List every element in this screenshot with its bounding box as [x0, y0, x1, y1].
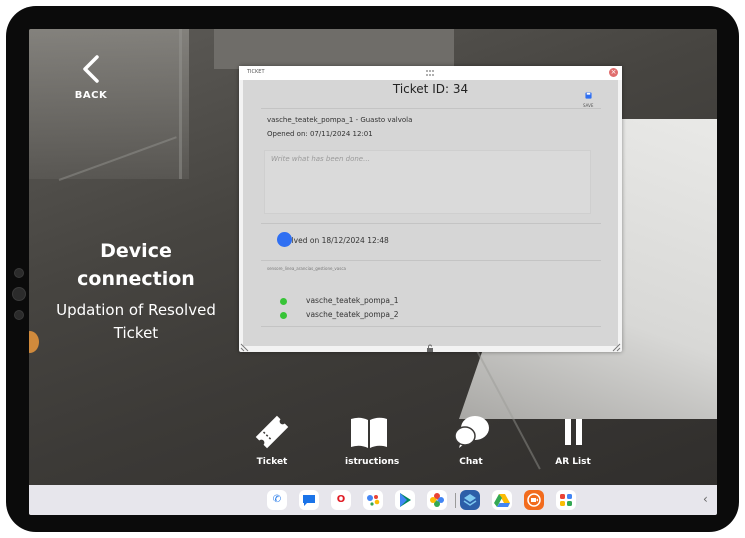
ar-camera-view: BACK Device connection Updation of Resol… [29, 29, 717, 515]
back-button[interactable]: BACK [61, 54, 121, 101]
side-controls [12, 268, 26, 329]
messages-app-icon[interactable] [299, 490, 319, 510]
device-name: vasche_teatek_pompa_2 [306, 310, 399, 319]
ticket-window-titlebar[interactable]: TICKET × [239, 66, 622, 80]
ar-list-button[interactable]: AR List [533, 411, 613, 468]
devices-group-label: sensore_linea_arancias_gestione_vasca [267, 266, 346, 271]
save-button[interactable]: SAVE [583, 84, 593, 108]
resize-handle-right-icon[interactable] [609, 340, 621, 352]
assistant-app-icon[interactable] [363, 490, 383, 510]
ticket-window-header-label: TICKET [247, 69, 265, 75]
phone-app-icon[interactable]: ✆ [267, 490, 287, 510]
notes-textarea[interactable]: Write what has been done... [264, 150, 591, 214]
camera-background-window [29, 29, 189, 179]
chat-bubbles-icon [454, 416, 489, 448]
app-dock: ✆ O ‹ [29, 485, 717, 515]
camera-background-wall [214, 29, 454, 69]
video-camera-icon [527, 493, 541, 507]
divider [261, 223, 601, 224]
camera-dot [14, 268, 24, 278]
ticket-label: Ticket [256, 457, 288, 467]
instructions-button[interactable]: istructions [329, 411, 409, 468]
photos-app-icon[interactable] [427, 490, 447, 510]
app-stack-icon[interactable] [460, 490, 480, 510]
chat-button[interactable]: Chat [431, 411, 511, 468]
divider [261, 326, 601, 327]
messages-icon [303, 495, 315, 506]
ticket-body: Ticket ID: 34 SAVE vasche_teatek_pompa_1… [243, 80, 618, 346]
ticket-device-issue: vasche_teatek_pompa_1 - Guasto valvola [267, 116, 413, 124]
photos-icon [430, 493, 444, 507]
assistant-icon [367, 495, 380, 506]
ticket-title: Ticket ID: 34 [392, 82, 469, 96]
drive-app-icon[interactable] [492, 490, 512, 510]
back-label: BACK [74, 90, 108, 101]
tablet-frame: BACK Device connection Updation of Resol… [6, 6, 739, 532]
camera-background-line [179, 29, 182, 179]
panel-subtitle: Updation of Resolved Ticket [56, 301, 216, 342]
ticket-info: vasche_teatek_pompa_1 - Guasto valvola O… [267, 113, 412, 141]
play-store-app-icon[interactable] [395, 490, 415, 510]
play-store-icon [400, 493, 411, 507]
book-icon [351, 417, 387, 448]
chevron-left-icon [83, 55, 99, 83]
drive-icon [494, 494, 510, 507]
side-button[interactable] [14, 310, 24, 320]
side-button[interactable] [12, 287, 26, 301]
drag-handle-icon[interactable] [425, 69, 435, 77]
device-name: vasche_teatek_pompa_1 [306, 296, 399, 305]
ticket-icon [255, 415, 289, 449]
screen-recorder-app-icon[interactable] [524, 490, 544, 510]
resolved-date: olved on 18/12/2024 12:48 [287, 236, 389, 245]
grid-icon [560, 494, 572, 506]
divider [261, 260, 601, 261]
floppy-disk-icon [584, 92, 592, 99]
instructions-label: istructions [345, 457, 400, 467]
chat-label: Chat [459, 457, 483, 467]
ticket-opened-on: Opened on: 07/11/2024 12:01 [267, 130, 373, 138]
opera-app-icon[interactable]: O [331, 490, 351, 510]
apps-grid-icon[interactable] [556, 490, 576, 510]
dock-divider [455, 493, 456, 508]
divider [261, 108, 601, 109]
pause-icon [565, 419, 582, 445]
close-button[interactable]: × [609, 68, 618, 77]
chevron-left-icon[interactable]: ‹ [703, 492, 708, 506]
resize-handle-left-icon[interactable] [240, 340, 252, 352]
unlock-icon[interactable] [426, 344, 434, 352]
ar-list-label: AR List [555, 457, 591, 467]
layers-icon [463, 494, 477, 506]
panel-title: Device connection [77, 240, 195, 290]
ticket-button[interactable]: Ticket [232, 411, 312, 468]
ticket-window: TICKET × Ticket ID: 34 SAVE vasche_teate… [239, 66, 622, 352]
resolved-toggle-knob[interactable] [277, 232, 292, 247]
status-dot [280, 312, 287, 319]
status-dot [280, 298, 287, 305]
